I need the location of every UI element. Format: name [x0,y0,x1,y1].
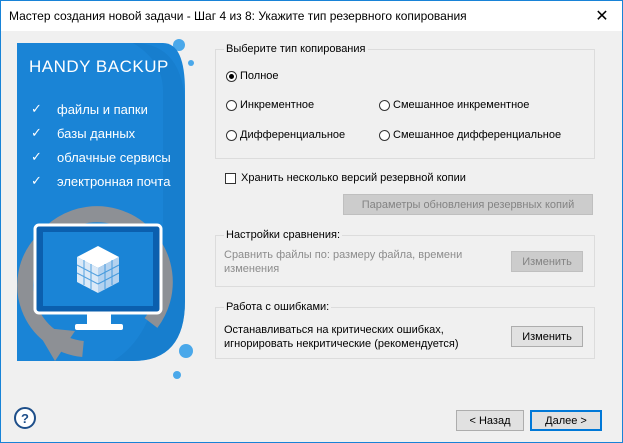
feature-item: ✓ файлы и папки [31,101,148,117]
radio-dot[interactable] [226,129,237,141]
help-icon[interactable]: ? [14,407,36,429]
window-title: Мастер создания новой задачи - Шаг 4 из … [9,9,467,23]
comparison-text: Сравнить файлы по: размеру файла, времен… [224,249,463,275]
radio-mixed-differential-label: Смешанное дифференциальное [393,129,562,141]
banner-artwork [17,39,194,379]
radio-incremental[interactable]: Инкрементное [226,99,314,111]
radio-dot[interactable] [379,129,390,141]
check-icon: ✓ [31,101,42,116]
feature-label: базы данных [57,125,136,141]
comparison-title: Настройки сравнения: [224,229,342,241]
radio-full[interactable]: Полное [226,70,279,82]
check-icon: ✓ [31,173,42,188]
backup-type-title: Выберите тип копирования [224,43,368,55]
title-bar: Мастер создания новой задачи - Шаг 4 из … [1,1,622,31]
radio-dot[interactable] [379,99,390,111]
errors-change-button[interactable]: Изменить [511,326,583,347]
radio-mixed-incremental-label: Смешанное инкрементное [393,99,530,111]
wizard-window: Мастер создания новой задачи - Шаг 4 из … [0,0,623,443]
radio-full-label: Полное [240,70,279,82]
radio-differential-label: Дифференциальное [240,129,346,141]
next-button[interactable]: Далее > [530,410,602,431]
radio-mixed-incremental[interactable]: Смешанное инкрементное [379,99,529,111]
radio-incremental-label: Инкрементное [240,99,315,111]
check-icon: ✓ [31,149,42,164]
feature-label: электронная почта [57,173,171,189]
promo-banner: HANDY BACKUP ✓ файлы и папки ✓ базы данн… [13,31,199,411]
feature-item: ✓ облачные сервисы [31,149,171,165]
keep-versions-label: Хранить несколько версий резервной копии [241,172,466,184]
feature-item: ✓ базы данных [31,125,135,141]
radio-dot[interactable] [226,99,237,111]
keep-versions-checkbox[interactable]: Хранить несколько версий резервной копии [225,172,466,184]
feature-label: облачные сервисы [57,149,171,165]
radio-mixed-differential[interactable]: Смешанное дифференциальное [379,129,561,141]
checkbox-box[interactable] [225,172,236,184]
comparison-group: Настройки сравнения: Сравнить файлы по: … [215,229,595,287]
errors-text: Останавливаться на критических ошибках, … [224,324,459,350]
comparison-change-button[interactable]: Изменить [511,251,583,272]
close-icon[interactable]: ✕ [582,1,622,31]
errors-group: Работа с ошибками: Останавливаться на кр… [215,301,595,359]
brand-logo-text: HANDY BACKUP [29,57,169,76]
feature-label: файлы и папки [57,101,148,117]
back-button[interactable]: < Назад [456,410,524,431]
update-params-button[interactable]: Параметры обновления резервных копий [343,194,593,215]
radio-differential[interactable]: Дифференциальное [226,129,345,141]
feature-item: ✓ электронная почта [31,173,170,189]
backup-type-group: Выберите тип копирования Полное Инкремен… [215,43,595,159]
radio-dot-selected[interactable] [226,70,237,82]
check-icon: ✓ [31,125,42,140]
errors-title: Работа с ошибками: [224,301,332,313]
